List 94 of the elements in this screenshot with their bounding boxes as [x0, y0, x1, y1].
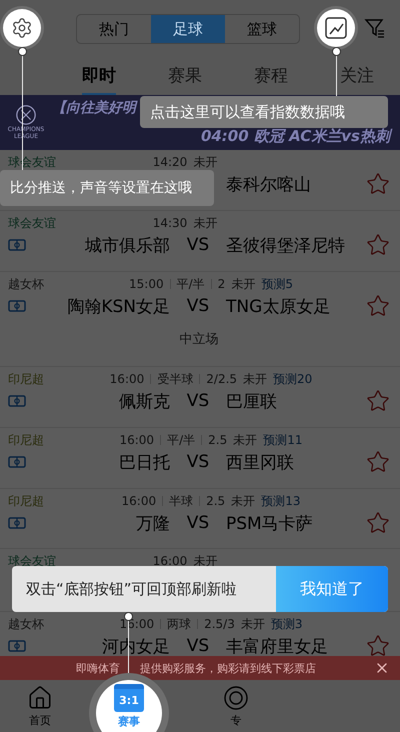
sport-tab[interactable]: 热门	[77, 15, 151, 43]
match-status: 未开	[233, 432, 258, 448]
league-name: 印尼超	[8, 370, 45, 388]
goal-line: 2/2.5	[206, 372, 238, 386]
kickoff-time: 15:00	[129, 277, 164, 291]
versus-label: VS	[186, 636, 210, 656]
pitch-icon	[8, 238, 26, 250]
banner-match: 04:00 欧冠 AC米兰vs热刺	[200, 127, 390, 146]
match-status: 未开	[193, 552, 218, 570]
favorite-star-icon[interactable]	[366, 450, 390, 474]
prediction-count[interactable]: 预测3	[270, 616, 302, 632]
nav-tab[interactable]: 3:1 赛事	[96, 680, 162, 732]
nav-tab[interactable]: 首页	[18, 684, 62, 728]
pitch-icon	[8, 300, 26, 312]
notice-text: 即嗨体育	[76, 660, 120, 676]
favorite-star-icon[interactable]	[366, 511, 390, 535]
handicap: 半球	[169, 492, 194, 510]
nav-tab[interactable]: 专	[214, 684, 258, 728]
prediction-count[interactable]: 预测13	[261, 492, 300, 510]
prediction-count[interactable]: 预测20	[273, 370, 312, 388]
league-name: 球会友谊	[8, 214, 57, 232]
prediction-count[interactable]: 预测11	[263, 432, 302, 448]
notice-text: 提供购彩服务，购彩请到线下彩票店	[140, 660, 316, 676]
kickoff-time: 14:30	[152, 216, 188, 230]
pitch-icon	[8, 640, 26, 652]
index-tooltip: 点击这里可以查看指数数据哦	[140, 96, 388, 128]
kickoff-time: 16:00	[152, 554, 188, 568]
ball-logo-icon	[15, 104, 37, 126]
favorite-star-icon[interactable]	[366, 389, 390, 413]
match-status: 未开	[193, 214, 218, 232]
settings-icon	[11, 17, 33, 39]
sport-tab[interactable]: 足球	[151, 15, 225, 43]
calendar-icon: 3:1	[114, 684, 144, 712]
sport-tab[interactable]: 篮球	[225, 15, 299, 43]
settings-tooltip: 比分推送，声音等设置在这哦	[0, 170, 214, 206]
favorite-star-icon[interactable]	[366, 294, 390, 318]
pitch-icon	[8, 456, 26, 468]
goal-line: 2	[218, 277, 226, 291]
trend-chart-icon	[324, 16, 348, 40]
goal-line: 2.5/3	[204, 617, 235, 631]
handicap: 两球	[167, 616, 192, 632]
favorite-star-icon[interactable]	[366, 172, 390, 196]
away-team: 巴厘联	[226, 390, 278, 412]
versus-label: VS	[186, 452, 210, 472]
kickoff-time: 16:00	[110, 372, 144, 386]
pitch-icon	[8, 394, 26, 406]
handicap: 平/半	[167, 432, 196, 448]
kickoff-time: 14:20	[152, 155, 188, 169]
home-team: 陶翰KSN女足	[66, 296, 170, 318]
home-team: 城市俱乐部	[84, 234, 170, 256]
bottom-guide-text: 双击“底部按钮”可回顶部刷新啦	[25, 578, 238, 600]
league-name: 越女杯	[8, 276, 45, 292]
versus-label: VS	[186, 513, 210, 533]
home-icon	[27, 684, 53, 710]
view-tab[interactable]: 关注	[340, 58, 374, 95]
away-team: 丰富府里女足	[226, 636, 329, 658]
home-team: 万隆	[135, 512, 170, 534]
filter-icon[interactable]	[364, 17, 386, 39]
goal-line: 2.5	[208, 433, 228, 447]
goal-line: 2.5	[206, 494, 226, 508]
versus-label: VS	[186, 296, 210, 316]
match-status: 未开	[231, 492, 256, 510]
away-team: TNG太原女足	[226, 296, 332, 318]
venue-note: 中立场	[180, 331, 218, 348]
favorite-star-icon[interactable]	[366, 233, 390, 257]
favorite-star-icon[interactable]	[366, 634, 390, 658]
view-tab[interactable]: 赛果	[168, 58, 202, 95]
view-tab[interactable]: 赛程	[254, 58, 288, 95]
away-team: 泰科尔喀山	[226, 174, 312, 196]
versus-label: VS	[186, 391, 210, 411]
leader-line	[336, 56, 337, 96]
away-team: 圣彼得堡泽尼特	[226, 234, 346, 256]
handicap: 平/半	[176, 276, 205, 292]
away-team: 西里冈联	[226, 452, 295, 474]
prediction-count[interactable]: 预测5	[261, 276, 293, 292]
banner-headline: 【向往美好明	[52, 99, 136, 117]
kickoff-time: 16:00	[122, 494, 156, 508]
league-name: 印尼超	[8, 432, 45, 448]
league-name: 越女杯	[8, 616, 45, 632]
away-team: PSM马卡萨	[226, 512, 314, 534]
home-team: 佩斯克	[118, 390, 170, 412]
match-status: 未开	[231, 276, 256, 292]
match-status: 未开	[243, 370, 268, 388]
home-team: 巴日托	[118, 452, 170, 474]
pitch-icon	[8, 516, 26, 528]
league-name: 球会友谊	[8, 552, 57, 570]
match-status: 未开	[240, 616, 265, 632]
versus-label: VS	[186, 235, 210, 255]
got-it-button[interactable]: 我知道了	[276, 566, 388, 612]
ring-icon	[223, 684, 249, 710]
league-name: 印尼超	[8, 492, 45, 510]
kickoff-time: 16:00	[119, 433, 154, 447]
match-status: 未开	[193, 154, 218, 170]
handicap: 受半球	[157, 370, 194, 388]
